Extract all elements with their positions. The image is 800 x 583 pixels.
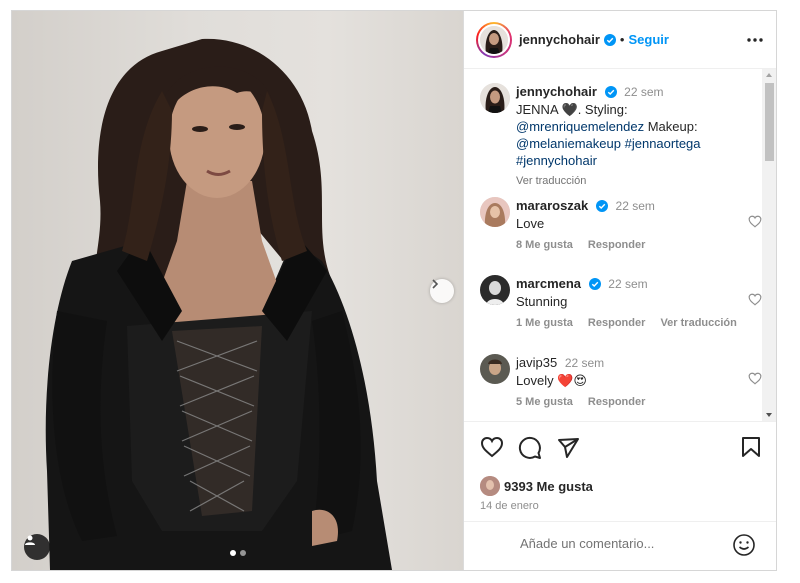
post-actions: 9393 Me gusta 14 de enero (464, 421, 776, 521)
comment-time: 22 sem (564, 356, 605, 370)
comment-body: javip35 22 sem Lovely ❤️😍 (516, 354, 746, 389)
carousel-dot-active (230, 550, 236, 556)
verified-badge-icon (603, 33, 616, 46)
comment-username[interactable]: marcmena (516, 276, 581, 291)
comment-username[interactable]: javip35 (516, 355, 557, 370)
carousel-dot (240, 550, 246, 556)
heart-icon[interactable] (748, 372, 762, 385)
comment-time: 22 sem (608, 277, 648, 291)
author-avatar[interactable] (476, 21, 512, 58)
comment-meta: 1 Me gusta Responder Ver traducción (516, 317, 749, 329)
comment-body: mararoszak 22 sem Love (516, 197, 746, 232)
comment-avatar[interactable] (480, 354, 510, 384)
post-modal: jennychohair • Seguir jennychohair 22 se… (11, 10, 777, 571)
share-icon[interactable] (556, 436, 580, 460)
avatar-image (480, 275, 510, 305)
comment-username[interactable]: mararoszak (516, 198, 588, 213)
caption-username[interactable]: jennychohair (516, 84, 597, 99)
comment-time: 22 sem (615, 199, 655, 213)
scroll-down-arrow[interactable] (766, 413, 772, 417)
post-sidebar: jennychohair • Seguir jennychohair 22 se… (463, 11, 776, 570)
next-photo-button[interactable] (430, 279, 454, 303)
reply-button[interactable]: Responder (588, 396, 645, 408)
post-header: jennychohair • Seguir (464, 11, 776, 69)
comment-text: Stunning (516, 294, 568, 309)
add-comment-bar (464, 521, 776, 570)
comment-input[interactable] (520, 536, 720, 551)
more-options-icon[interactable] (745, 30, 765, 50)
heart-icon[interactable] (748, 293, 762, 306)
likes-label: 9393 Me gusta (504, 478, 593, 494)
comment-meta: 5 Me gusta Responder (516, 396, 657, 408)
verified-badge-icon (595, 200, 608, 212)
reply-button[interactable]: Responder (588, 239, 645, 251)
comments-scrollbar[interactable] (762, 69, 776, 421)
avatar-image (480, 83, 510, 113)
chevron-right-icon (432, 279, 439, 289)
emoji-icon[interactable] (732, 533, 756, 557)
see-translation-link[interactable]: Ver traducción (516, 173, 746, 190)
hashtag-link[interactable]: #jennychohair (516, 153, 597, 168)
comments-list[interactable]: jennychohair 22 sem JENNA 🖤. Styling: @m… (464, 69, 776, 421)
scrollbar-thumb[interactable] (765, 83, 774, 161)
photo-illustration (45, 38, 392, 570)
comment-icon[interactable] (518, 436, 542, 460)
caption-avatar[interactable] (480, 83, 510, 113)
comment-avatar[interactable] (480, 197, 510, 227)
comment-likes[interactable]: 5 Me gusta (516, 396, 573, 408)
author-username[interactable]: jennychohair (519, 32, 600, 47)
avatar-image (480, 197, 510, 227)
caption-text-part: Makeup: (647, 119, 698, 134)
caption-body: jennychohair 22 sem JENNA 🖤. Styling: @m… (516, 83, 746, 190)
mention-link[interactable]: @melaniemakeup (516, 136, 621, 151)
mention-link[interactable]: @mrenriquemelendez (516, 119, 644, 134)
comment-body: marcmena 22 sem Stunning (516, 275, 746, 310)
comment-meta: 8 Me gusta Responder (516, 239, 657, 251)
caption-text: JENNA 🖤. Styling: @mrenriquemelendez Mak… (516, 101, 746, 169)
header-separator: • (619, 32, 625, 47)
hashtag-link[interactable]: #jennaortega (625, 136, 701, 151)
avatar-image (480, 25, 508, 54)
likes-count[interactable]: 9393 Me gusta (480, 476, 593, 496)
caption-text-part: JENNA 🖤. Styling: (516, 102, 628, 117)
post-photo[interactable] (12, 11, 463, 570)
avatar-image (480, 354, 510, 384)
verified-badge-icon (588, 278, 601, 290)
follow-button[interactable]: Seguir (628, 32, 668, 47)
comment-avatar[interactable] (480, 275, 510, 305)
comment-likes[interactable]: 1 Me gusta (516, 317, 573, 329)
comment-text: Lovely ❤️😍 (516, 373, 587, 388)
post-date: 14 de enero (480, 500, 539, 512)
see-translation-link[interactable]: Ver traducción (660, 317, 736, 329)
heart-icon[interactable] (480, 436, 504, 458)
carousel-indicator (230, 550, 246, 556)
avatar-image (480, 476, 500, 496)
heart-icon[interactable] (748, 215, 762, 228)
user-tag-icon (25, 535, 35, 545)
verified-badge-icon (604, 86, 617, 98)
caption-time: 22 sem (624, 85, 664, 99)
scroll-up-arrow[interactable] (766, 73, 772, 77)
liker-avatar (480, 476, 500, 496)
action-icons (480, 436, 580, 460)
comment-text: Love (516, 216, 545, 231)
bookmark-icon[interactable] (741, 436, 761, 458)
reply-button[interactable]: Responder (588, 317, 645, 329)
user-tags-button[interactable] (24, 534, 50, 560)
comment-likes[interactable]: 8 Me gusta (516, 239, 573, 251)
